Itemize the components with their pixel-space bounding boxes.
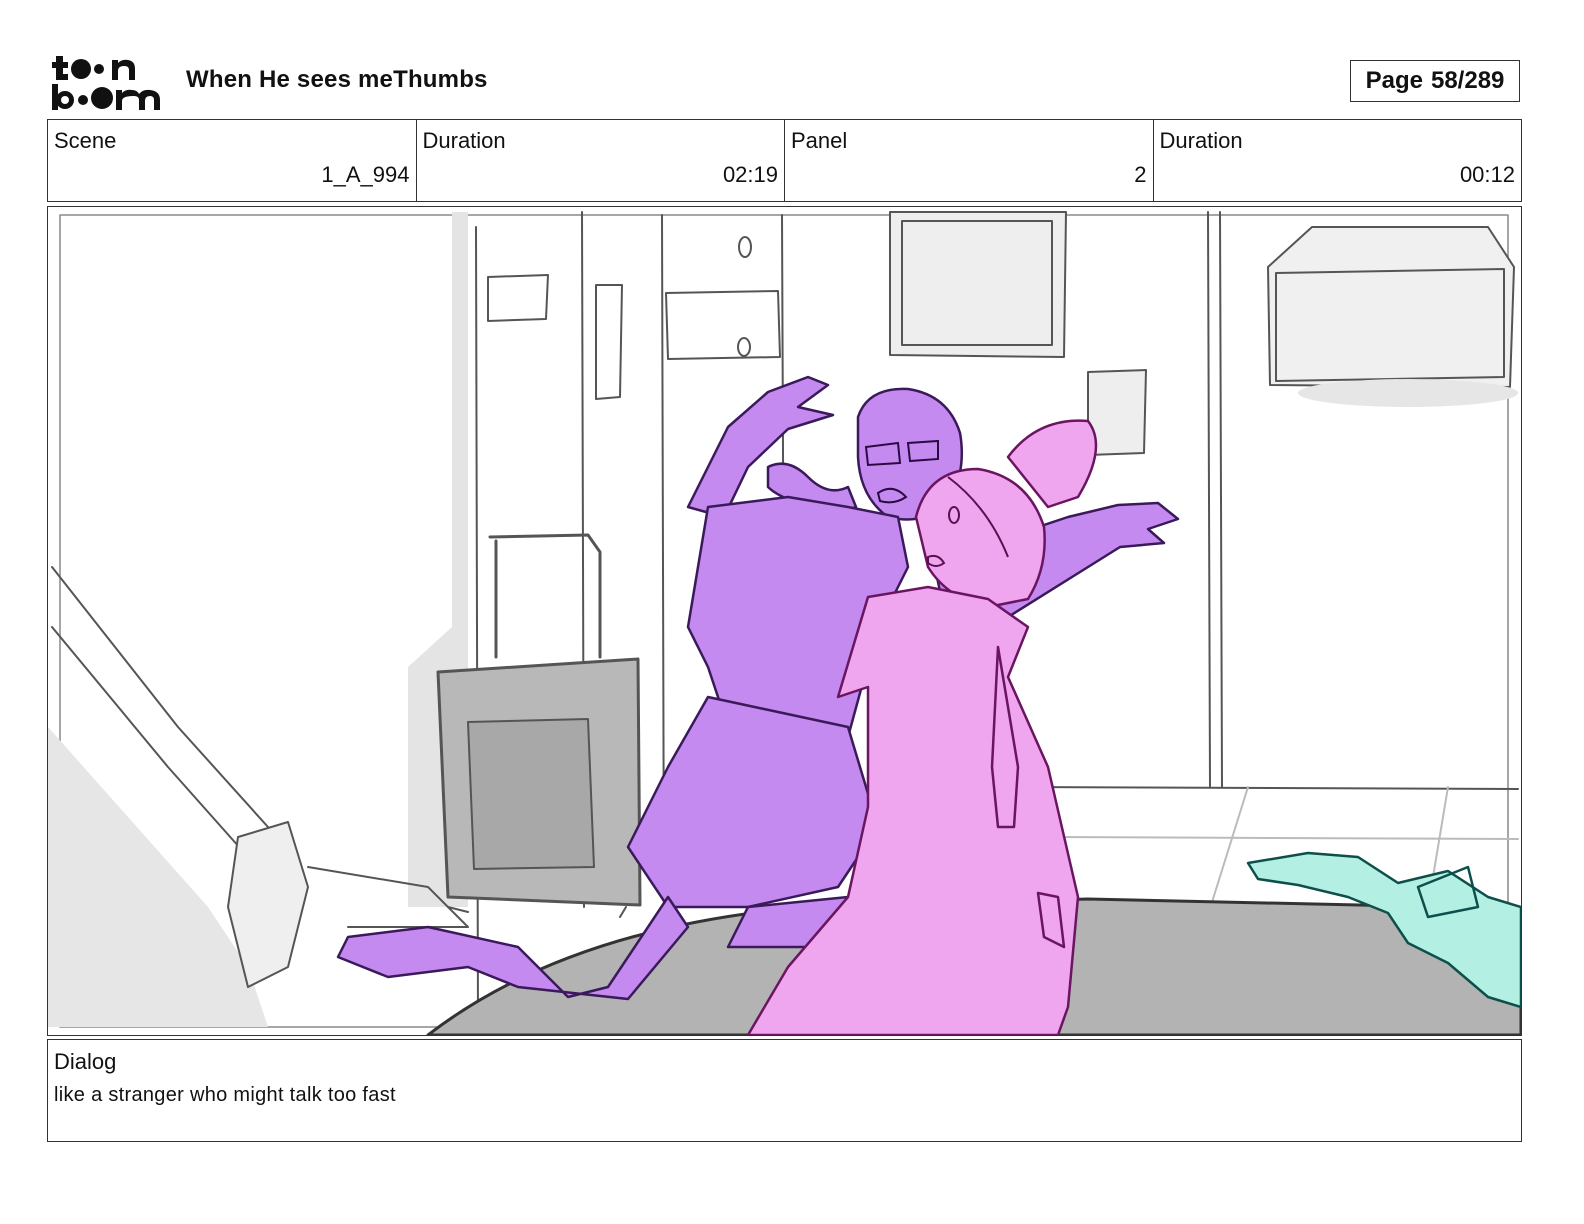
panel-cell: Panel 2 — [785, 120, 1154, 201]
dialog-box: Dialog like a stranger who might talk to… — [47, 1039, 1522, 1142]
scene-duration-value: 02:19 — [722, 162, 778, 187]
page-number: 58/289 — [1430, 67, 1505, 94]
panel-label: Panel — [791, 128, 848, 153]
dialog-label: Dialog — [54, 1049, 117, 1074]
scene-value: 1_A_994 — [321, 162, 410, 187]
page-label: Page — [1365, 67, 1423, 94]
panel-value: 2 — [1134, 162, 1147, 187]
project-title: When He sees meThumbs — [186, 66, 488, 93]
page-indicator: Page 58/289 — [1350, 60, 1520, 102]
dialog-text: like a stranger who might talk too fast — [54, 1084, 396, 1106]
scene-duration-label: Duration — [422, 128, 506, 153]
panel-duration-value: 00:12 — [1459, 162, 1515, 187]
scene-label: Scene — [54, 128, 117, 153]
scene-cell: Scene 1_A_994 — [48, 120, 417, 201]
panel-duration-label: Duration — [1159, 128, 1243, 153]
panel-duration-cell: Duration 00:12 — [1154, 120, 1522, 201]
scene-info-row: Scene 1_A_994 Duration 02:19 Panel 2 Dur… — [47, 119, 1522, 202]
toon-boom-logo — [52, 52, 164, 112]
scene-duration-cell: Duration 02:19 — [417, 120, 785, 201]
storyboard-panel-image — [47, 206, 1522, 1036]
